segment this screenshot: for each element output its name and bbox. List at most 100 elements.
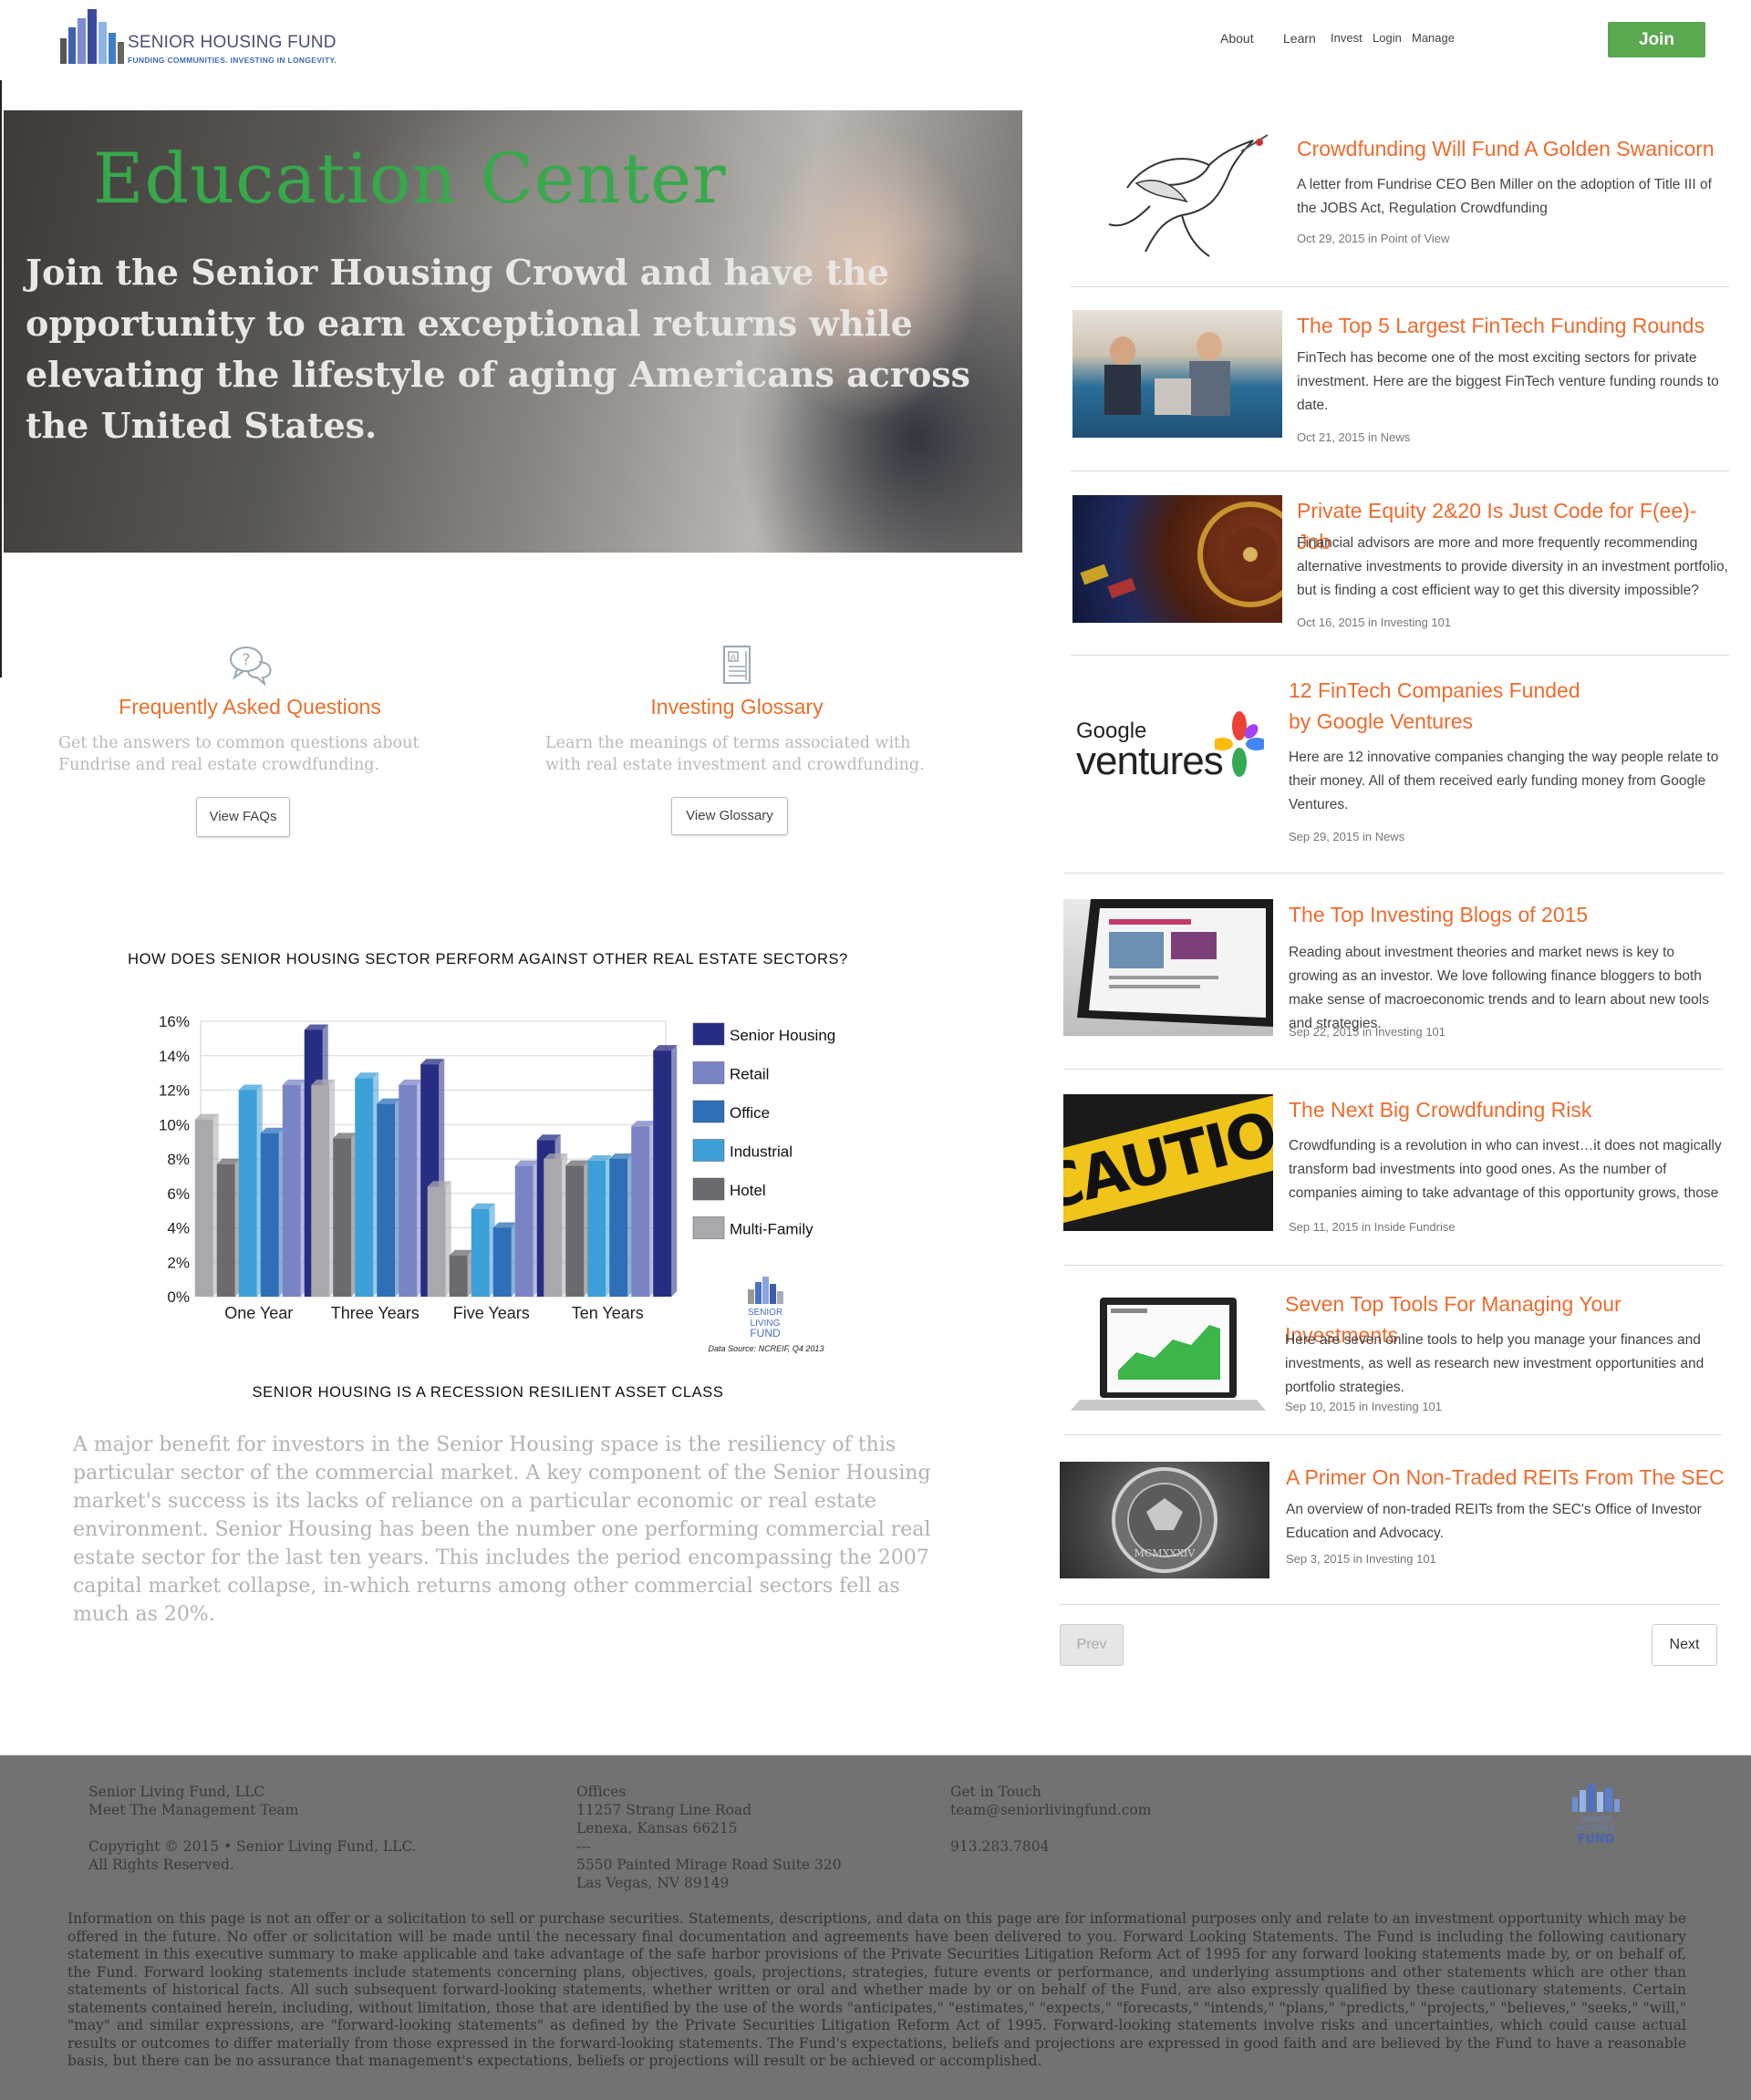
- article-excerpt: Crowdfunding is a revolution in who can …: [1289, 1138, 1722, 1201]
- x-tick-label: Five Years: [453, 1304, 530, 1322]
- article-excerpt: A letter from Fundrise CEO Ben Miller on…: [1297, 177, 1712, 216]
- faq-description: Get the answers to common questions abou…: [58, 734, 420, 774]
- x-tick-label: One Year: [224, 1304, 293, 1322]
- article-title[interactable]: 12 FinTech Companies Funded by Google Ve…: [1289, 675, 1580, 737]
- article-meta: Sep 11, 2015 in Inside Fundrise: [1289, 1220, 1456, 1234]
- article-meta: Oct 29, 2015 in Point of View: [1297, 232, 1450, 245]
- bar: [609, 1159, 628, 1297]
- google-ventures-logo[interactable]: Google ventures: [1063, 700, 1273, 801]
- chart-paragraph: A major benefit for investors in the Sen…: [73, 1433, 931, 1626]
- chart-heading: HOW DOES SENIOR HOUSING SECTOR PERFORM A…: [128, 951, 848, 967]
- legend-swatch: [692, 1216, 725, 1239]
- article-card: Crowdfunding Will Fund A Golden Swanicor…: [1072, 133, 1729, 270]
- bar: [653, 1050, 672, 1297]
- article-title[interactable]: Crowdfunding Will Fund A Golden Swanicor…: [1297, 133, 1715, 164]
- article-divider: [1060, 1604, 1720, 1605]
- footer-contact: Get in Touch team@seniorlivingfund.com 9…: [950, 1784, 1152, 1855]
- chart-logo-text: SENIOR: [748, 1308, 782, 1318]
- view-faqs-button[interactable]: View FAQs: [196, 797, 290, 837]
- legend-label: Multi-Family: [730, 1221, 813, 1238]
- footer-logo-line1: SENIOR: [1580, 1816, 1612, 1825]
- bar: [238, 1090, 257, 1297]
- article-divider: [1063, 1265, 1724, 1266]
- svg-text:?: ?: [242, 651, 250, 669]
- nav-manage[interactable]: Manage: [1412, 31, 1455, 45]
- logo-tagline: FUNDING COMMUNITIES. INVESTING IN LONGEV…: [128, 56, 337, 65]
- chat-question-icon: ?: [226, 644, 274, 689]
- article-card: Private Equity 2&20 Is Just Code for F(e…: [1072, 495, 1729, 629]
- chart-logo-block: [770, 1284, 776, 1304]
- bar: [194, 1119, 213, 1297]
- bar: [631, 1126, 650, 1297]
- legend-label: Office: [730, 1104, 770, 1122]
- bar: [514, 1165, 534, 1297]
- legend-label: Hotel: [730, 1182, 766, 1199]
- article-excerpt: FinTech has become one of the most excit…: [1297, 350, 1719, 413]
- article-meta: Oct 21, 2015 in News: [1297, 430, 1411, 444]
- site-logo[interactable]: SENIOR HOUSING FUND FUNDING COMMUNITIES.…: [58, 5, 350, 66]
- bar: [282, 1084, 301, 1297]
- ventures-flower-icon: [1215, 711, 1264, 777]
- site-footer: Senior Living Fund, LLC Meet The Managem…: [0, 1755, 1751, 2100]
- join-button[interactable]: Join: [1608, 22, 1705, 57]
- y-tick-label: 4%: [167, 1220, 190, 1237]
- nav-login[interactable]: Login: [1373, 31, 1402, 45]
- article-divider: [1063, 1434, 1722, 1435]
- nav-invest[interactable]: Invest: [1331, 31, 1362, 45]
- office-meeting-photo[interactable]: [1072, 310, 1282, 438]
- article-title[interactable]: A Primer On Non-Traded REITs From The SE…: [1286, 1462, 1725, 1493]
- nav-learn[interactable]: Learn: [1283, 31, 1316, 46]
- faq-title[interactable]: Frequently Asked Questions: [58, 695, 441, 719]
- article-meta: Sep 29, 2015 in News: [1289, 830, 1405, 843]
- y-tick-label: 2%: [167, 1254, 190, 1271]
- seal-text: MCMXXXIV: [1135, 1547, 1197, 1559]
- roulette-photo[interactable]: [1072, 495, 1282, 623]
- bar: [544, 1159, 563, 1297]
- article-title[interactable]: The Top Investing Blogs of 2015: [1289, 899, 1588, 930]
- bar: [355, 1078, 374, 1297]
- legend-swatch: [692, 1100, 725, 1123]
- chart-caption: SENIOR HOUSING IS A RECESSION RESILIENT …: [252, 1384, 724, 1401]
- bar: [471, 1208, 490, 1297]
- chart-logo-block: [777, 1291, 783, 1304]
- building-logo-icon: [60, 9, 124, 64]
- article-meta: Sep 10, 2015 in Investing 101: [1285, 1400, 1443, 1413]
- y-tick-label: 14%: [159, 1048, 190, 1065]
- left-border-line: [0, 80, 2, 678]
- article-divider: [1063, 873, 1724, 874]
- bar: [449, 1255, 468, 1297]
- article-title[interactable]: The Next Big Crowdfunding Risk: [1289, 1094, 1591, 1125]
- footer-offices: Offices 11257 Strang Line Road Lenexa, K…: [576, 1784, 842, 1891]
- logo-name: SENIOR HOUSING FUND: [128, 33, 337, 52]
- bar: [260, 1133, 279, 1297]
- footer-logo[interactable]: SENIOR HOUSING FUND: [1550, 1783, 1642, 1847]
- hero-text: Join the Senior Housing Crowd and have t…: [26, 252, 970, 446]
- y-tick-label: 6%: [167, 1185, 190, 1203]
- sec-seal-photo[interactable]: MCMXXXIV: [1060, 1462, 1269, 1578]
- prev-button[interactable]: Prev: [1060, 1624, 1124, 1666]
- article-card: CAUTION The Next Big Crowdfunding Risk C…: [1063, 1094, 1729, 1234]
- bar: [399, 1084, 418, 1297]
- legend-swatch: [692, 1022, 725, 1046]
- article-card: Google ventures 12 FinTech Companies Fun…: [1063, 673, 1729, 846]
- footer-logo-line3: FUND: [1577, 1833, 1615, 1847]
- caution-tape-photo[interactable]: CAUTION: [1063, 1094, 1273, 1231]
- glossary-title[interactable]: Investing Glossary: [545, 695, 928, 719]
- legend-swatch: [692, 1139, 725, 1162]
- x-tick-label: Ten Years: [572, 1304, 644, 1322]
- legend-swatch: [692, 1061, 725, 1084]
- laptop-chart-photo[interactable]: [1063, 1288, 1273, 1425]
- article-divider: [1071, 286, 1729, 287]
- view-glossary-button[interactable]: View Glossary: [671, 797, 788, 835]
- article-title[interactable]: The Top 5 Largest FinTech Funding Rounds: [1297, 310, 1704, 341]
- article-excerpt: Here are 12 innovative companies changin…: [1289, 750, 1719, 812]
- footer-building-icon: [1572, 1784, 1620, 1812]
- nav-about[interactable]: About: [1220, 31, 1254, 46]
- y-tick-label: 0%: [167, 1288, 190, 1306]
- next-button[interactable]: Next: [1652, 1624, 1717, 1666]
- swanicorn-illustration[interactable]: [1072, 133, 1282, 270]
- article-excerpt: An overview of non-traded REITs from the…: [1286, 1502, 1702, 1541]
- laptop-photo[interactable]: [1063, 899, 1273, 1036]
- bar: [565, 1165, 585, 1297]
- glossary-section: A Investing Glossary Learn the meanings …: [545, 644, 928, 776]
